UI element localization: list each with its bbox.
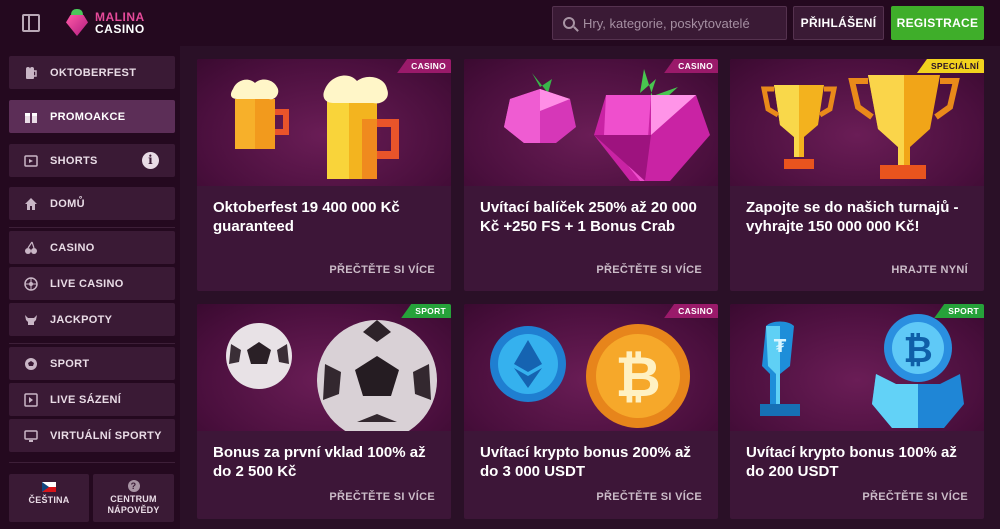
sidebar-item-oktoberfest[interactable]: OKTOBERFEST xyxy=(9,56,175,89)
sidebar-divider xyxy=(9,462,175,463)
promo-card-crypto-sport[interactable]: ₮ ₿ SPORT Uvítací krypto bonus 100% až d… xyxy=(730,304,984,519)
beer-icon xyxy=(23,66,39,80)
play-now-link[interactable]: HRAJTE NYNÍ xyxy=(891,264,968,276)
svg-text:₮: ₮ xyxy=(774,336,787,357)
crypto-coins-icon: ₿ xyxy=(490,324,690,428)
promo-card-oktoberfest[interactable]: CASINO Oktoberfest 19 400 000 Kč guarant… xyxy=(197,59,451,291)
promo-card-crypto-casino[interactable]: ₿ CASINO Uvítací krypto bonus 200% až do… xyxy=(464,304,718,519)
crypto-trophy-icon: ₮ ₿ xyxy=(760,314,964,428)
sidebar-item-label: OKTOBERFEST xyxy=(50,66,137,79)
promo-card-title: Uvítací krypto bonus 100% až do 200 USDT xyxy=(746,444,957,480)
sidebar-item-virtualni-sporty[interactable]: VIRTUÁLNÍ SPORTY xyxy=(9,419,175,452)
sidebar-item-label: SPORT xyxy=(50,357,90,370)
promo-card-image: SPECIÁLNÍ xyxy=(730,59,984,186)
home-icon xyxy=(23,197,39,211)
raspberry-icon xyxy=(504,69,710,181)
promo-card-title: Oktoberfest 19 400 000 Kč guaranteed xyxy=(213,199,400,235)
promo-card-image: SPORT xyxy=(197,304,451,431)
sidebar-divider xyxy=(9,343,175,344)
sidebar-item-domu[interactable]: DOMŮ xyxy=(9,187,175,220)
sidebar-item-shorts[interactable]: SHORTS i xyxy=(9,144,175,177)
promo-card-title: Uvítací balíček 250% až 20 000 Kč +250 F… xyxy=(480,199,697,235)
promo-card-title: Bonus za první vklad 100% až do 2 500 Kč xyxy=(213,444,426,480)
language-label: ČEŠTINA xyxy=(28,495,70,505)
svg-text:₿: ₿ xyxy=(903,330,932,371)
register-button[interactable]: REGISTRACE xyxy=(891,6,984,40)
sidebar-item-live-casino[interactable]: LIVE CASINO xyxy=(9,267,175,300)
sidebar: OKTOBERFEST PROMOAKCE SHORTS i DOMŮ CASI… xyxy=(0,46,180,529)
sidebar-item-label: SHORTS xyxy=(50,154,98,167)
czech-flag-icon xyxy=(42,482,56,492)
sidebar-item-label: LIVE SÁZENÍ xyxy=(50,393,122,406)
help-icon: ? xyxy=(127,480,140,492)
sidebar-item-sport[interactable]: SPORT xyxy=(9,347,175,380)
read-more-link[interactable]: PŘEČTĚTE SI VÍCE xyxy=(329,264,435,276)
live-bet-icon xyxy=(23,392,39,407)
sidebar-item-label: LIVE CASINO xyxy=(50,277,124,290)
roulette-icon xyxy=(23,276,39,291)
sidebar-divider xyxy=(9,227,175,228)
promo-card-image: CASINO xyxy=(197,59,451,186)
promo-card-title: Zapojte se do našich turnajů - vyhrajte … xyxy=(746,199,959,235)
sidebar-item-label: VIRTUÁLNÍ SPORTY xyxy=(50,429,162,442)
read-more-link[interactable]: PŘEČTĚTE SI VÍCE xyxy=(596,491,702,503)
sidebar-item-casino[interactable]: CASINO xyxy=(9,231,175,264)
raspberry-logo-icon xyxy=(64,9,90,37)
cherries-icon xyxy=(23,241,39,255)
sidebar-item-label: PROMOAKCE xyxy=(50,110,126,123)
sidebar-item-label: JACKPOTY xyxy=(50,313,113,326)
sidebar-item-label: DOMŮ xyxy=(50,197,85,210)
search-box[interactable] xyxy=(552,6,787,40)
beer-mugs-icon xyxy=(230,75,399,179)
promo-card-sport-bonus[interactable]: SPORT Bonus za první vklad 100% až do 2 … xyxy=(197,304,451,519)
football-icon xyxy=(23,357,39,371)
read-more-link[interactable]: PŘEČTĚTE SI VÍCE xyxy=(862,491,968,503)
search-icon xyxy=(563,17,575,29)
gift-icon xyxy=(23,110,39,124)
promo-card-title: Uvítací krypto bonus 200% až do 3 000 US… xyxy=(480,444,691,480)
sidebar-toggle-icon[interactable] xyxy=(22,14,40,32)
sidebar-item-promoakce[interactable]: PROMOAKCE xyxy=(9,100,175,133)
info-icon[interactable]: i xyxy=(142,152,159,169)
promo-card-image: ₮ ₿ SPORT xyxy=(730,304,984,431)
read-more-link[interactable]: PŘEČTĚTE SI VÍCE xyxy=(329,491,435,503)
top-header: MALINA CASINO PŘIHLÁŠENÍ REGISTRACE xyxy=(0,0,1000,46)
soccer-ball-icon xyxy=(226,320,437,431)
language-button[interactable]: ČEŠTINA xyxy=(9,474,89,522)
logo-text: MALINA CASINO xyxy=(95,11,145,35)
read-more-link[interactable]: PŘEČTĚTE SI VÍCE xyxy=(596,264,702,276)
logo-line2: CASINO xyxy=(95,22,145,36)
login-button[interactable]: PŘIHLÁŠENÍ xyxy=(793,6,884,40)
help-label-line1: CENTRUM xyxy=(110,494,157,504)
monitor-icon xyxy=(23,429,39,443)
promo-card-image: CASINO xyxy=(464,59,718,186)
help-label-line2: NÁPOVĚDY xyxy=(107,505,160,515)
bull-icon xyxy=(23,313,39,327)
promo-card-tournaments[interactable]: SPECIÁLNÍ Zapojte se do našich turnajů -… xyxy=(730,59,984,291)
category-badge: SPECIÁLNÍ xyxy=(916,59,984,73)
sidebar-item-jackpoty[interactable]: JACKPOTY xyxy=(9,303,175,336)
help-center-button[interactable]: ? CENTRUM NÁPOVĚDY xyxy=(93,474,174,522)
promo-card-image: ₿ CASINO xyxy=(464,304,718,431)
promo-card-welcome-package[interactable]: CASINO Uvítací balíček 250% až 20 000 Kč… xyxy=(464,59,718,291)
sidebar-item-live-sazeni[interactable]: LIVE SÁZENÍ xyxy=(9,383,175,416)
casino-logo[interactable]: MALINA CASINO xyxy=(64,9,145,37)
trophy-icon xyxy=(760,75,960,179)
search-input[interactable] xyxy=(583,15,783,31)
video-icon xyxy=(23,154,39,168)
sidebar-item-label: CASINO xyxy=(50,241,95,254)
svg-text:₿: ₿ xyxy=(615,345,661,410)
